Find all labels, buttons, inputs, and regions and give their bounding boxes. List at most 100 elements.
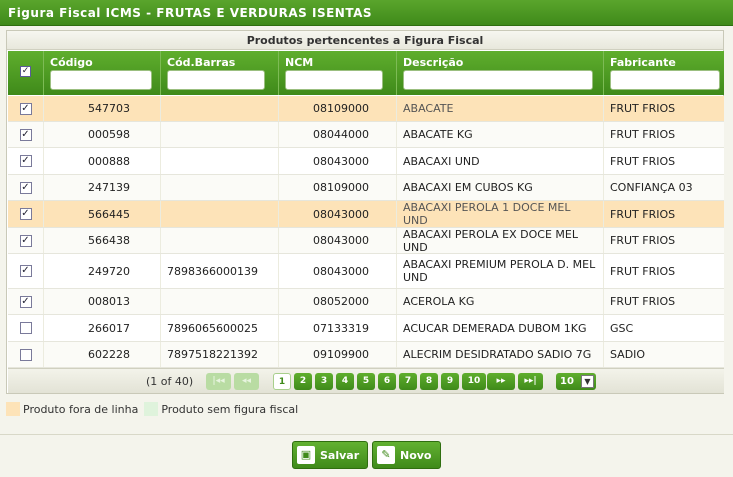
fabricante-cell: FRUT FRIOS xyxy=(604,96,724,121)
barras-cell: 7896065600025 xyxy=(161,315,279,341)
table-row[interactable]: ✓ 008013 08052000 ACEROLA KG FRUT FRIOS xyxy=(8,289,724,315)
new-document-icon: ✎ xyxy=(377,446,395,464)
row-checkbox[interactable] xyxy=(19,322,32,334)
row-checkbox[interactable]: ✓ xyxy=(19,102,32,115)
ncm-cell-text: 08043000 xyxy=(313,207,369,221)
rows-per-page-select[interactable]: 10 ▼ xyxy=(556,373,596,390)
fabricante-cell-text: FRUT FRIOS xyxy=(610,154,676,168)
fabricante-cell: FRUT FRIOS xyxy=(604,122,724,147)
codigo-cell: 547703 xyxy=(44,96,161,121)
table-row[interactable]: 266017 7896065600025 07133319 ACUCAR DEMERA… xyxy=(8,315,724,342)
table-row[interactable]: ✓ 249720 7898366000139 08043000 ABACAXI PREM… xyxy=(8,254,724,289)
last-page-button[interactable]: ▸▸| xyxy=(518,373,543,390)
codigo-cell: 566438 xyxy=(44,228,161,253)
codigo-cell-text: 266017 xyxy=(88,321,130,335)
table-row[interactable]: ✓ 000888 08043000 ABACAXI UND FRUT FRIOS xyxy=(8,148,724,175)
descricao-filter-input[interactable] xyxy=(403,70,593,90)
codigo-cell: 249720 xyxy=(44,254,161,288)
table-row[interactable]: ✓ 000598 08044000 ABACATE KG FRUT FRIOS xyxy=(8,122,724,148)
new-button[interactable]: ✎ Novo xyxy=(372,441,441,469)
descricao-cell-text: ABACATE xyxy=(403,102,454,115)
codigo-filter-input[interactable] xyxy=(50,70,152,90)
row-select-cell: ✓ xyxy=(8,289,44,314)
table-row[interactable]: ✓ 547703 08109000 ABACATE FRUT FRIOS xyxy=(8,96,724,122)
codigo-cell-text: 602228 xyxy=(88,348,130,361)
codigo-cell: 247139 xyxy=(44,175,161,200)
ncm-cell-text: 08052000 xyxy=(313,295,369,308)
barras-cell xyxy=(161,228,279,253)
fabricante-cell: FRUT FRIOS xyxy=(604,228,724,253)
codigo-cell-text: 008013 xyxy=(88,295,130,308)
ncm-cell: 08109000 xyxy=(279,175,397,200)
rows-per-page-value: 10 xyxy=(560,376,574,387)
row-select-cell: ✓ xyxy=(8,175,44,200)
page-button-2[interactable]: 2 xyxy=(294,373,312,390)
row-select-cell: ✓ xyxy=(8,228,44,253)
prev-page-button[interactable]: ◂◂ xyxy=(234,373,259,390)
codigo-cell: 008013 xyxy=(44,289,161,314)
row-select-cell: ✓ xyxy=(8,122,44,147)
page-button-9[interactable]: 9 xyxy=(441,373,459,390)
codigo-cell: 000598 xyxy=(44,122,161,147)
fabricante-cell: FRUT FRIOS xyxy=(604,201,724,227)
table-row[interactable]: ✓ 566438 08043000 ABACAXI PEROLA EX DOCE ME… xyxy=(8,228,724,254)
row-select-cell: ✓ xyxy=(8,96,44,121)
header-select-all: ✓ xyxy=(8,51,44,95)
row-checkbox[interactable]: ✓ xyxy=(19,234,32,247)
descricao-cell-text: ABACAXI PEROLA EX DOCE MEL UND xyxy=(403,227,578,254)
ncm-cell: 08043000 xyxy=(279,148,397,174)
ncm-cell-text: 08043000 xyxy=(313,154,369,168)
ncm-cell-text: 08043000 xyxy=(313,264,369,278)
fabricante-cell: SADIO xyxy=(604,342,724,367)
row-checkbox[interactable]: ✓ xyxy=(19,295,32,308)
descricao-cell: ABACAXI PREMIUM PEROLA D. MEL UND xyxy=(397,254,604,288)
barras-cell xyxy=(161,289,279,314)
row-select-cell xyxy=(8,315,44,341)
row-checkbox[interactable]: ✓ xyxy=(19,155,32,167)
page-button-8[interactable]: 8 xyxy=(420,373,438,390)
descricao-cell-text: ABACAXI PREMIUM PEROLA D. MEL UND xyxy=(403,258,596,284)
barras-cell xyxy=(161,96,279,121)
page-button-3[interactable]: 3 xyxy=(315,373,333,390)
page-button-4[interactable]: 4 xyxy=(336,373,354,390)
barras-filter-input[interactable] xyxy=(167,70,265,90)
fabricante-cell: FRUT FRIOS xyxy=(604,254,724,288)
row-checkbox[interactable]: ✓ xyxy=(19,128,32,141)
descricao-cell: ACUCAR DEMERADA DUBOM 1KG xyxy=(397,315,604,341)
ncm-cell: 08043000 xyxy=(279,201,397,227)
table-row[interactable]: ✓ 566445 08043000 ABACAXI PEROLA 1 DOCE MEL… xyxy=(8,201,724,228)
save-button[interactable]: ▣ Salvar xyxy=(292,441,369,469)
fabricante-cell-text: FRUT FRIOS xyxy=(610,295,676,308)
page-button-5[interactable]: 5 xyxy=(357,373,375,390)
row-checkbox[interactable]: ✓ xyxy=(19,265,32,277)
column-label-barras: Cód.Barras xyxy=(167,56,236,69)
codigo-cell-text: 249720 xyxy=(88,264,130,278)
page-button-1[interactable]: 1 xyxy=(273,373,291,390)
ncm-filter-input[interactable] xyxy=(285,70,383,90)
fabricante-filter-input[interactable] xyxy=(610,70,720,90)
descricao-cell-text: ABACATE KG xyxy=(403,128,473,141)
legend-swatch-fora-de-linha xyxy=(6,402,20,416)
table-body: ✓ 547703 08109000 ABACATE FRUT FRIOS ✓ 000598 0… xyxy=(8,96,724,368)
table-row[interactable]: 602228 7897518221392 09109900 ALECRIM DESID… xyxy=(8,342,724,368)
row-checkbox[interactable] xyxy=(19,348,32,361)
footer-divider xyxy=(0,434,733,435)
row-checkbox[interactable]: ✓ xyxy=(19,208,32,220)
column-header-descricao: Descrição xyxy=(397,51,604,95)
barras-cell xyxy=(161,122,279,147)
page-button-6[interactable]: 6 xyxy=(378,373,396,390)
ncm-cell-text: 08043000 xyxy=(313,234,369,247)
descricao-cell: ABACATE xyxy=(397,96,604,121)
ncm-cell: 08109000 xyxy=(279,96,397,121)
descricao-cell: ABACAXI PEROLA 1 DOCE MEL UND xyxy=(397,201,604,227)
ncm-cell: 08043000 xyxy=(279,254,397,288)
first-page-button[interactable]: |◂◂ xyxy=(206,373,231,390)
row-checkbox[interactable]: ✓ xyxy=(19,181,32,194)
page-button-7[interactable]: 7 xyxy=(399,373,417,390)
fabricante-cell-text: FRUT FRIOS xyxy=(610,207,676,221)
table-row[interactable]: ✓ 247139 08109000 ABACAXI EM CUBOS KG CONFIA… xyxy=(8,175,724,201)
next-page-button[interactable]: ▸▸ xyxy=(487,373,515,390)
page-button-10[interactable]: 10 xyxy=(462,373,486,390)
codigo-cell-text: 566438 xyxy=(88,234,130,247)
select-all-checkbox[interactable]: ✓ xyxy=(20,66,31,77)
